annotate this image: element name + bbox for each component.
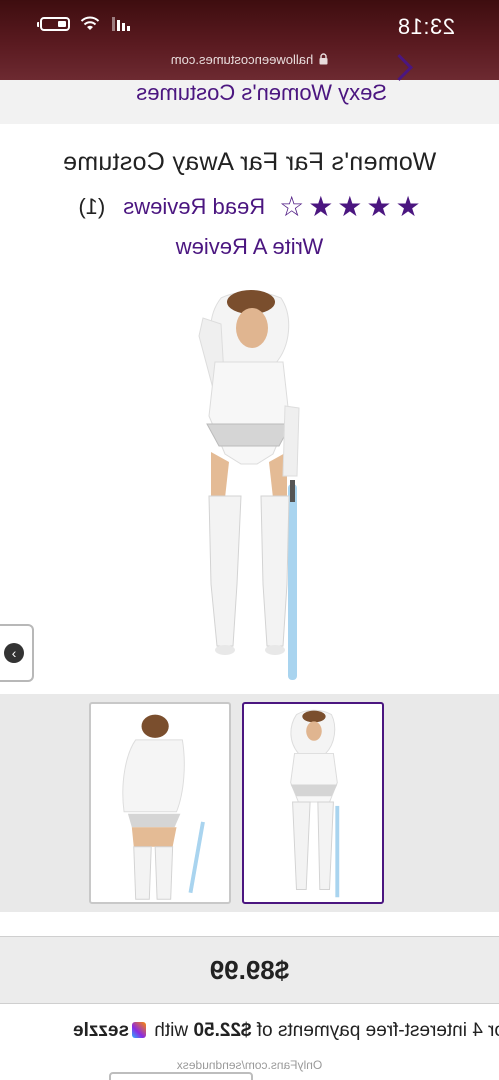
thumbnail-back-image (122, 714, 205, 900)
chevron-right-icon: › (4, 643, 24, 663)
wifi-icon (80, 16, 100, 30)
quantity-field[interactable] (109, 1072, 253, 1080)
sezzle-logo-icon (132, 1022, 147, 1038)
product-title: Women's Far Far Away Costume (62, 148, 437, 176)
status-bar: 23:18 halloweencostumes.com (0, 0, 499, 80)
installment-amount: $22.50 (193, 1020, 252, 1041)
lock-icon (319, 53, 328, 65)
star-rating: ★ ★ ★ ★ ☆ (279, 191, 421, 222)
thumbnail-strip (0, 694, 499, 912)
screen-root: 23:18 halloweencostumes.com Sexy Women's… (0, 0, 499, 1080)
product-main-image[interactable] (149, 284, 349, 684)
signal-icon (112, 16, 130, 31)
star-outline-icon: ☆ (279, 191, 305, 222)
breadcrumb: Sexy Women's Costumes (0, 80, 499, 124)
battery-icon (37, 16, 70, 31)
sezzle-brand: sezzle (73, 1020, 130, 1041)
url-bar[interactable]: halloweencostumes.com (0, 48, 499, 70)
clock: 23:18 (397, 14, 455, 39)
installment-with: with (154, 1020, 189, 1041)
thumbnail-back-view[interactable] (89, 702, 231, 904)
installment-prefix: or 4 interest-free payments of (256, 1020, 499, 1041)
star-icon: ★ (395, 191, 421, 222)
star-icon: ★ (366, 191, 392, 222)
read-reviews-link[interactable]: Read Reviews (123, 194, 265, 220)
product-price: $89.99 (209, 955, 290, 985)
thumbnail-front-view[interactable] (242, 702, 384, 904)
zoom-button[interactable]: › (0, 624, 34, 682)
write-review-link[interactable]: Write A Review (0, 234, 499, 260)
rating-row: ★ ★ ★ ★ ☆ Read Reviews (1) (0, 191, 499, 222)
watermark: OnlyFans.com/sendnudesx (176, 1058, 323, 1072)
price-bar: $89.99 (0, 936, 499, 1004)
status-icons (37, 16, 130, 31)
thumbnail-front-image (290, 709, 340, 898)
installment-info[interactable]: or 4 interest-free payments of $22.50 wi… (0, 1020, 499, 1042)
review-count: (1) (78, 194, 106, 219)
star-icon: ★ (337, 191, 363, 222)
star-icon: ★ (308, 191, 334, 222)
url-text: halloweencostumes.com (170, 51, 314, 67)
breadcrumb-category-link[interactable]: Sexy Women's Costumes (136, 80, 387, 116)
